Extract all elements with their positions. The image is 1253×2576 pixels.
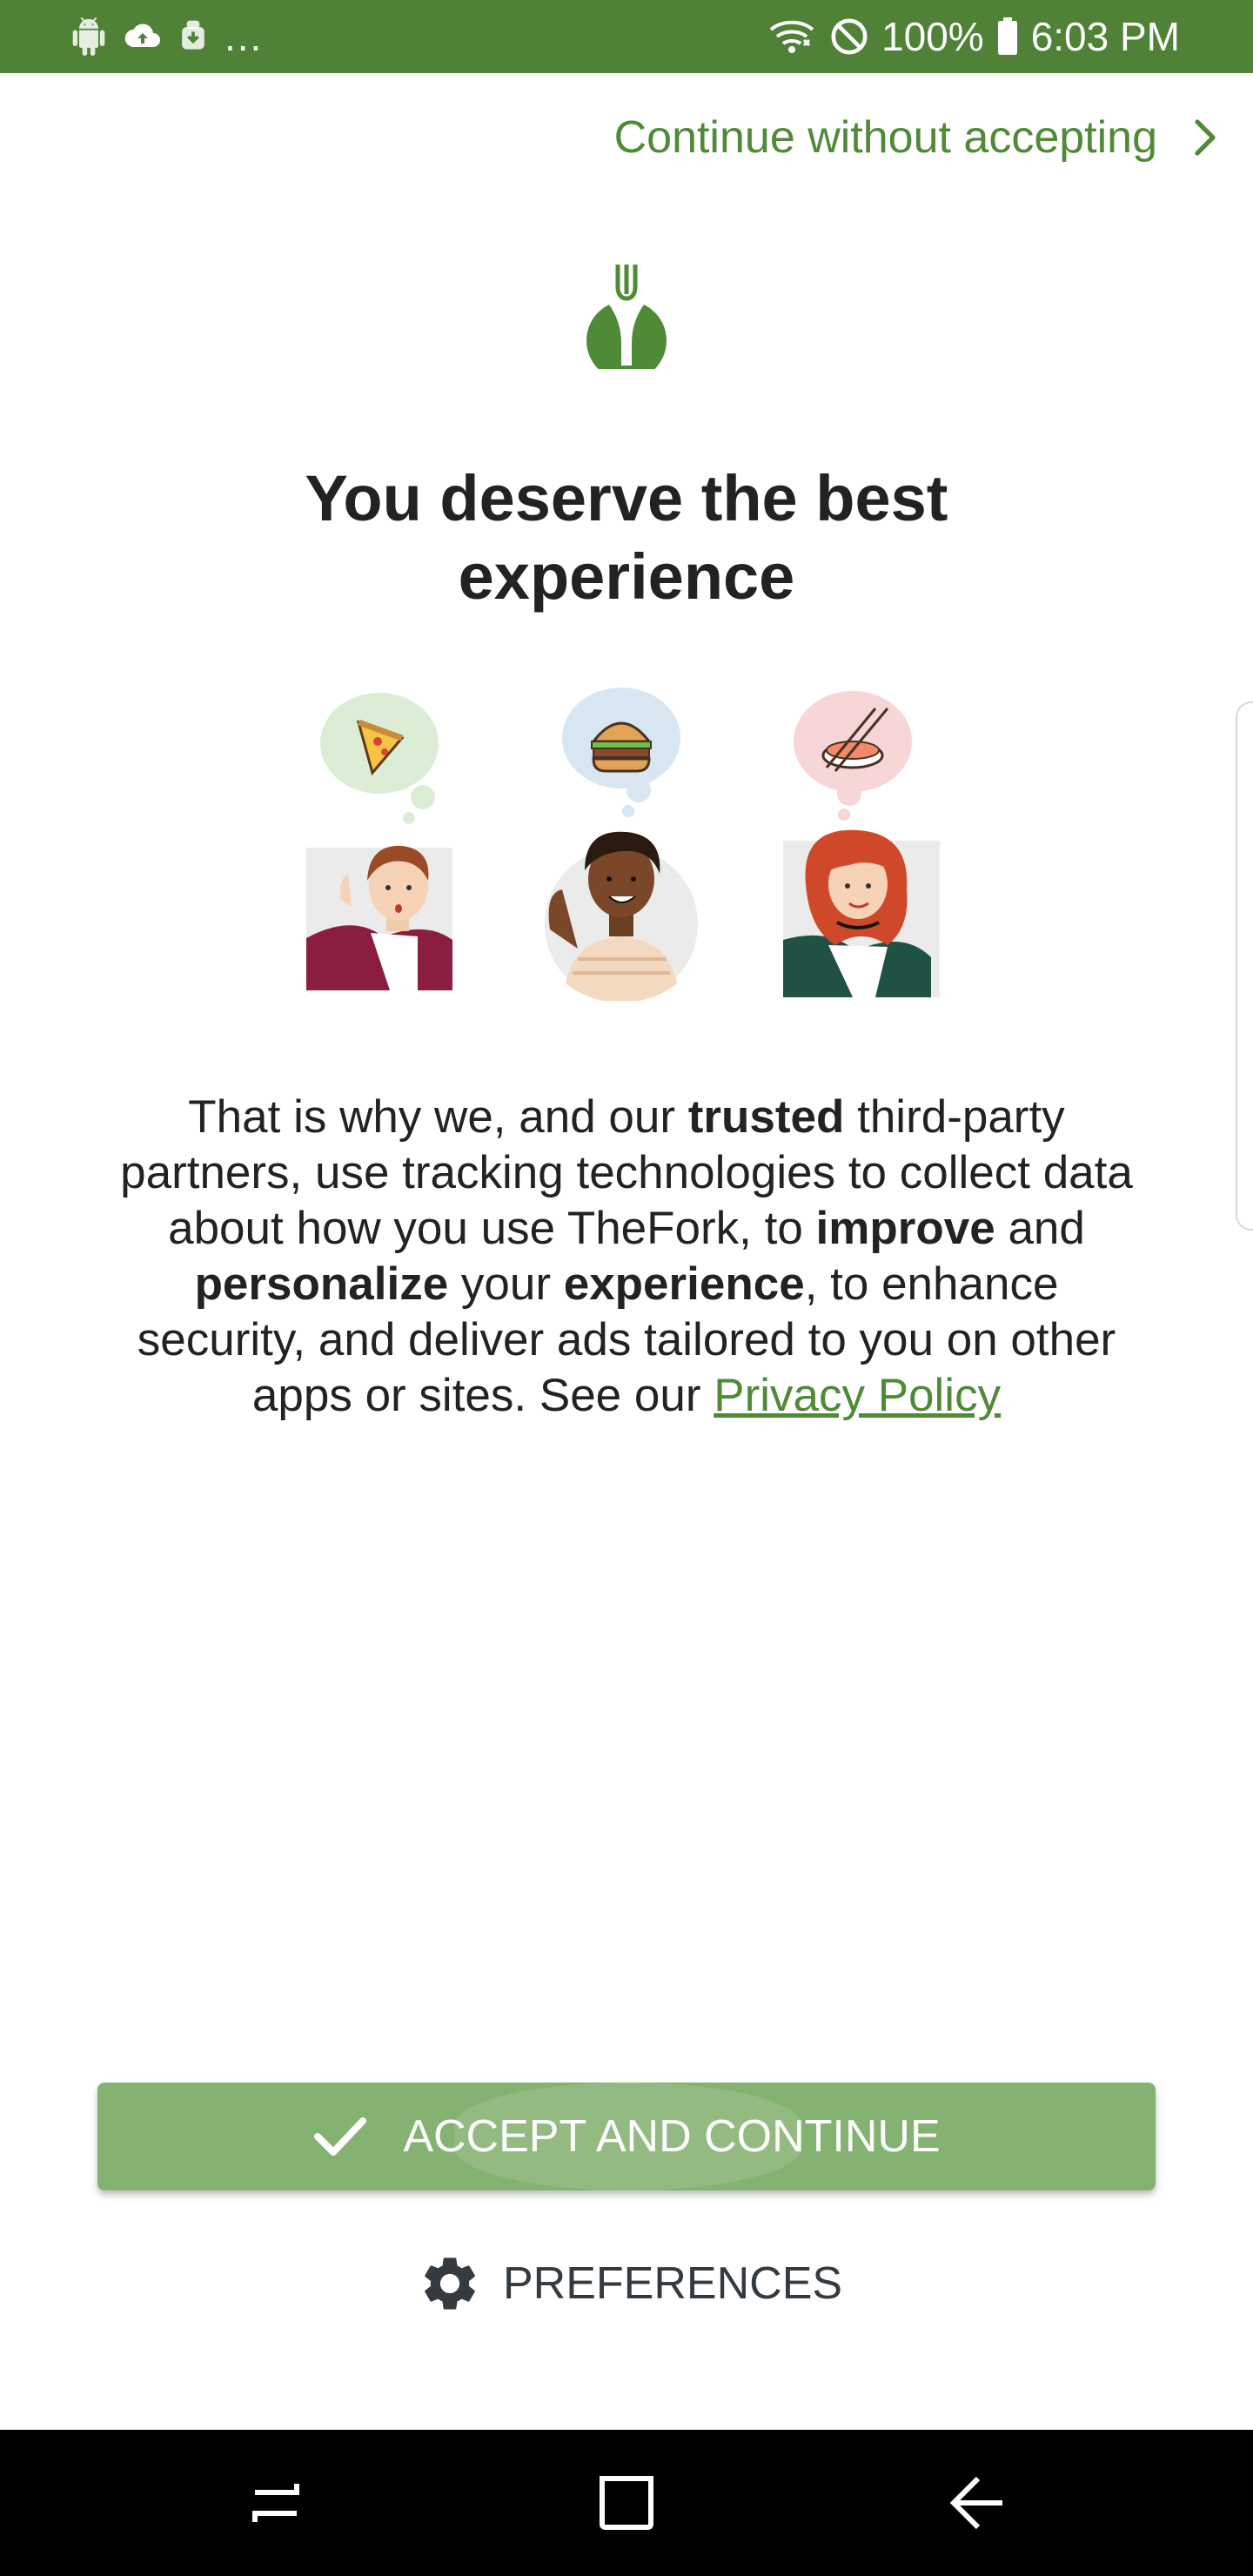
body-text-segment: That is why we, and our <box>188 1091 688 1143</box>
status-bar: ... 100% 6:03 PM <box>0 0 1253 73</box>
chevron-right-icon <box>1195 119 1216 156</box>
edge-panel-handle[interactable] <box>1236 701 1253 1231</box>
battery-percent: 100% <box>881 14 984 59</box>
check-icon <box>314 2117 367 2156</box>
thought-bubble-middle <box>562 688 680 817</box>
thefork-logo-icon <box>586 265 667 369</box>
person-right <box>783 829 940 997</box>
back-icon[interactable] <box>943 2468 1013 2538</box>
person-middle <box>545 831 698 1001</box>
do-not-disturb-icon <box>831 18 868 55</box>
cloud-sync-icon <box>124 23 160 48</box>
preferences-button[interactable]: PREFERENCES <box>418 2247 842 2320</box>
thought-bubble-right <box>794 691 912 821</box>
body-text-bold: personalize <box>194 1258 449 1310</box>
gear-icon <box>425 2257 475 2310</box>
continue-without-accepting-label: Continue without accepting <box>613 112 1157 163</box>
system-nav-bar <box>0 2430 1253 2576</box>
status-right: 100% 6:03 PM <box>754 13 1180 60</box>
status-left: ... <box>70 13 275 60</box>
android-icon <box>72 17 105 56</box>
person-left <box>306 845 452 990</box>
battery-icon <box>997 17 1017 55</box>
body-text-bold: trusted <box>687 1091 845 1143</box>
people-illustration <box>306 688 940 1001</box>
privacy-policy-link[interactable]: Privacy Policy <box>714 1370 1001 1421</box>
body-text-segment: your <box>448 1258 564 1310</box>
thought-bubble-left <box>320 693 439 824</box>
body-text-segment: and <box>995 1203 1085 1254</box>
home-icon[interactable] <box>592 2468 661 2538</box>
body-text-bold: experience <box>563 1258 805 1310</box>
page-title: You deserve the best experience <box>305 462 948 613</box>
continue-without-accepting-link[interactable]: Continue without accepting <box>614 111 1218 164</box>
wifi-icon <box>769 20 814 53</box>
recents-icon[interactable] <box>241 2468 311 2538</box>
consent-description: That is why we, and our trusted third-pa… <box>104 1090 1149 1424</box>
accept-label: ACCEPT AND CONTINUE <box>403 2111 941 2162</box>
android-download-icon <box>182 20 204 50</box>
accept-and-continue-button[interactable]: ACCEPT AND CONTINUE <box>97 2083 1156 2190</box>
notification-overflow: ... <box>224 14 264 59</box>
preferences-label: PREFERENCES <box>503 2258 843 2309</box>
body-text-bold: improve <box>815 1203 995 1254</box>
status-time: 6:03 PM <box>1030 14 1180 59</box>
